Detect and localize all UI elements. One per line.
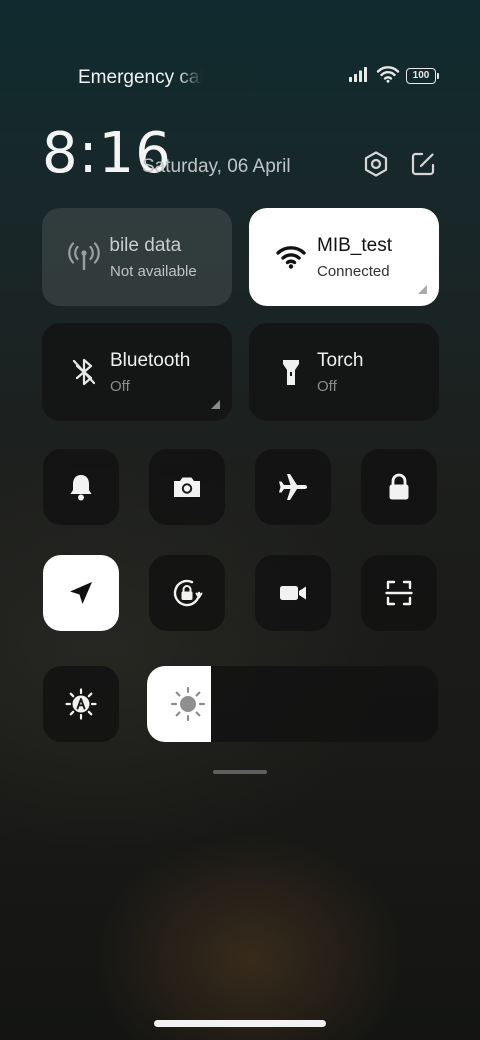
brightness-slider[interactable] <box>147 666 438 742</box>
mobile-data-subtitle: Not available <box>110 263 197 280</box>
airplane-mode-toggle[interactable] <box>255 449 331 525</box>
wifi-icon <box>376 65 400 88</box>
wifi-icon <box>273 239 309 275</box>
screenshot-toggle[interactable] <box>149 449 225 525</box>
home-indicator[interactable] <box>154 1020 326 1027</box>
scanner-toggle[interactable] <box>361 555 437 631</box>
location-arrow-icon <box>70 582 92 604</box>
torch-tile[interactable]: Torch Off <box>249 323 439 421</box>
screen-recorder-toggle[interactable] <box>255 555 331 631</box>
drag-handle[interactable] <box>213 770 267 774</box>
bluetooth-title: Bluetooth <box>110 350 191 371</box>
mobile-data-title: Mobile data <box>110 235 182 256</box>
video-camera-icon <box>280 586 306 600</box>
location-toggle[interactable] <box>43 555 119 631</box>
flashlight-icon <box>273 354 309 390</box>
torch-status: Off <box>317 378 337 395</box>
sun-icon <box>169 685 207 723</box>
auto-brightness-toggle[interactable] <box>43 666 119 742</box>
date[interactable]: Saturday, 06 April <box>142 156 291 178</box>
antenna-icon <box>66 239 102 275</box>
wifi-tile[interactable]: MIB_test Connected <box>249 208 439 306</box>
signal-icon <box>348 66 370 87</box>
edit-icon[interactable] <box>409 150 437 178</box>
auto-rotate-toggle[interactable] <box>149 555 225 631</box>
wifi-status: Connected <box>317 263 390 280</box>
scan-icon <box>385 580 413 606</box>
status-carrier-text: Emergency calls only <box>78 67 202 88</box>
auto-brightness-icon <box>65 688 97 720</box>
wifi-network-name: MIB_test <box>317 235 392 256</box>
ringer-toggle[interactable] <box>43 449 119 525</box>
battery-icon: 100 <box>406 68 439 84</box>
expand-corner-icon[interactable] <box>211 400 220 409</box>
camera-icon <box>174 477 200 497</box>
bell-icon <box>70 475 92 501</box>
rotation-lock-icon <box>173 579 203 607</box>
status-icons: 100 <box>348 65 439 88</box>
bluetooth-tile[interactable]: Bluetooth Off <box>42 323 232 421</box>
bluetooth-icon <box>66 354 102 390</box>
lock-screen-toggle[interactable] <box>361 449 437 525</box>
lock-icon <box>389 473 409 500</box>
torch-title: Torch <box>317 350 364 371</box>
bluetooth-status: Off <box>110 378 130 395</box>
airplane-icon <box>279 474 307 500</box>
mobile-data-tile[interactable]: Mobile data Not available <box>42 208 232 306</box>
settings-icon[interactable] <box>362 150 390 178</box>
expand-corner-icon[interactable] <box>418 285 427 294</box>
